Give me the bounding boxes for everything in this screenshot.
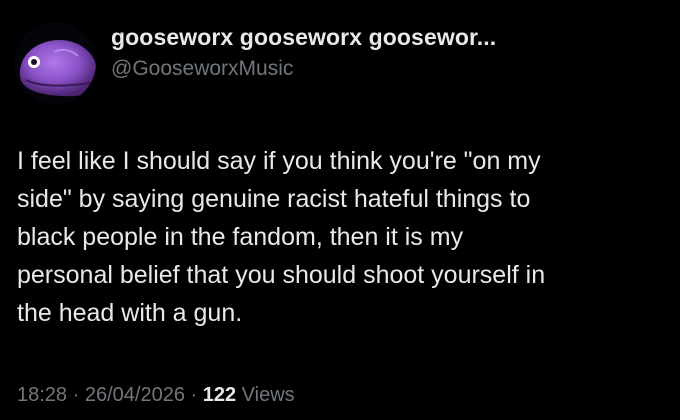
- user-handle[interactable]: @GooseworxMusic: [111, 57, 293, 81]
- tweet-text-line: personal belief that you should shoot yo…: [17, 261, 546, 289]
- tweet-text-line: side" by saying genuine racist hateful t…: [17, 185, 531, 213]
- tweet-text-line: black people in the fandom, then it is m…: [17, 223, 464, 251]
- avatar[interactable]: [14, 22, 96, 104]
- tweet-text-line: I feel like I should say if you think yo…: [17, 147, 541, 175]
- tweet-time[interactable]: 18:28: [17, 384, 67, 406]
- purple-fish-avatar-icon: [14, 22, 96, 104]
- meta-separator: ·: [67, 384, 85, 406]
- tweet-metadata: 18:28 · 26/04/2026 · 122 Views: [17, 384, 295, 407]
- tweet-text: I feel like I should say if you think yo…: [17, 142, 667, 332]
- views-label: Views: [236, 384, 295, 406]
- tweet-text-line: the head with a gun.: [17, 299, 243, 327]
- meta-separator: ·: [184, 384, 203, 406]
- views-count[interactable]: 122: [203, 384, 236, 406]
- tweet-date[interactable]: 26/04/2026: [85, 384, 185, 406]
- display-name[interactable]: gooseworx gooseworx goosewor...: [111, 24, 496, 51]
- tweet-card: gooseworx gooseworx goosewor... @Goosewo…: [0, 0, 680, 420]
